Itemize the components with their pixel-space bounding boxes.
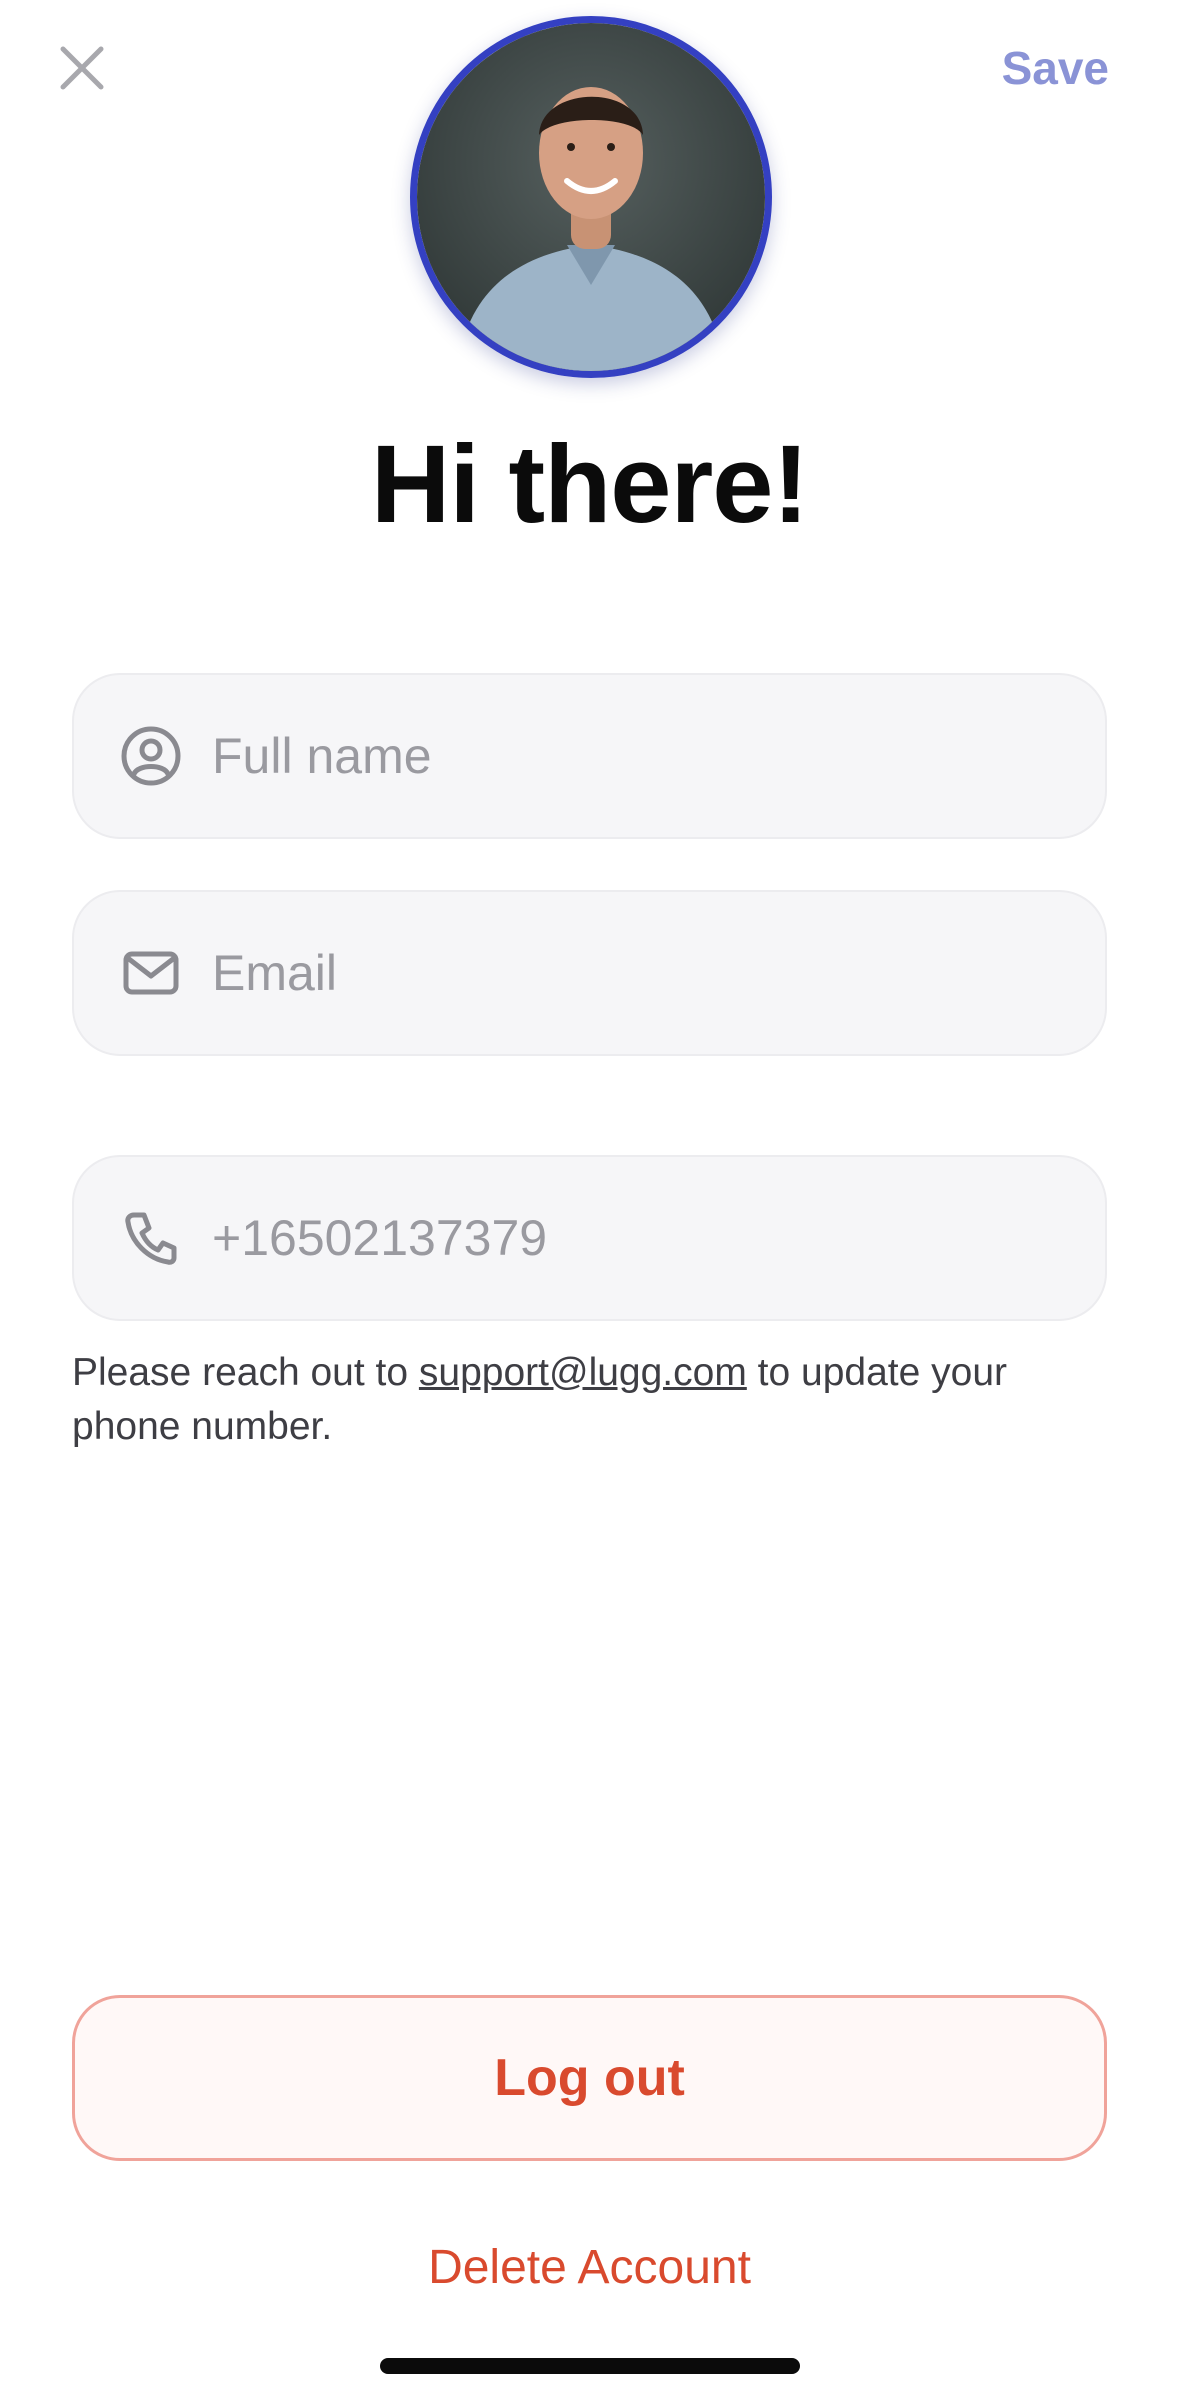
phone-icon [118,1205,184,1271]
phone-helper-text: Please reach out to support@lugg.com to … [72,1346,1112,1454]
logout-button[interactable]: Log out [72,1995,1107,2161]
page-title: Hi there! [370,423,809,546]
full-name-field[interactable] [72,673,1107,839]
email-input[interactable] [212,944,1105,1002]
email-field[interactable] [72,890,1107,1056]
helper-prefix: Please reach out to [72,1351,419,1394]
mail-icon [118,940,184,1006]
home-indicator [380,2358,800,2374]
close-button[interactable] [52,38,112,98]
full-name-input[interactable] [212,727,1105,785]
save-button[interactable]: Save [1002,38,1109,98]
avatar-photo [410,16,772,378]
phone-field[interactable] [72,1155,1107,1321]
avatar[interactable] [410,16,772,378]
support-email-link[interactable]: support@lugg.com [419,1351,747,1394]
close-icon [60,46,104,90]
delete-account-button[interactable]: Delete Account [0,2236,1179,2300]
phone-input[interactable] [212,1209,1105,1267]
user-circle-icon [118,723,184,789]
